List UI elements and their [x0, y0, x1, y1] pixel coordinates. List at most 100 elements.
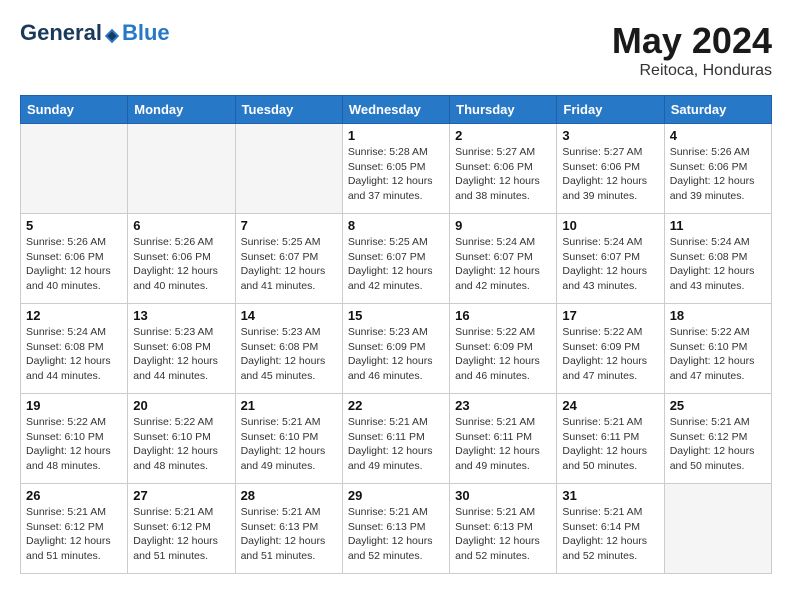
day-number: 8 — [348, 218, 444, 233]
calendar-cell: 5 Sunrise: 5:26 AMSunset: 6:06 PMDaylight… — [21, 214, 128, 304]
day-number: 17 — [562, 308, 658, 323]
day-number: 31 — [562, 488, 658, 503]
day-info: Sunrise: 5:24 AMSunset: 6:08 PMDaylight:… — [26, 325, 122, 384]
calendar-cell: 26 Sunrise: 5:21 AMSunset: 6:12 PMDayligh… — [21, 484, 128, 574]
calendar-cell — [21, 124, 128, 214]
calendar-cell: 25Sunrise: 5:21 AMSunset: 6:12 PMDayligh… — [664, 394, 771, 484]
calendar-cell: 31 Sunrise: 5:21 AMSunset: 6:14 PMDayligh… — [557, 484, 664, 574]
calendar-title: May 2024 — [612, 20, 772, 62]
day-info: Sunrise: 5:21 AMSunset: 6:12 PMDaylight:… — [133, 505, 229, 564]
calendar-cell: 1 Sunrise: 5:28 AMSunset: 6:05 PMDaylight… — [342, 124, 449, 214]
day-number: 18 — [670, 308, 766, 323]
day-number: 2 — [455, 128, 551, 143]
calendar-cell: 14 Sunrise: 5:23 AMSunset: 6:08 PMDayligh… — [235, 304, 342, 394]
day-number: 26 — [26, 488, 122, 503]
day-info: Sunrise: 5:22 AMSunset: 6:09 PMDaylight:… — [562, 325, 658, 384]
day-info: Sunrise: 5:25 AMSunset: 6:07 PMDaylight:… — [241, 235, 337, 294]
day-info: Sunrise: 5:22 AMSunset: 6:10 PMDaylight:… — [670, 325, 766, 384]
day-info: Sunrise: 5:28 AMSunset: 6:05 PMDaylight:… — [348, 145, 444, 204]
day-info: Sunrise: 5:22 AMSunset: 6:09 PMDaylight:… — [455, 325, 551, 384]
day-number: 15 — [348, 308, 444, 323]
logo-blue: Blue — [122, 20, 170, 46]
day-info: Sunrise: 5:23 AMSunset: 6:09 PMDaylight:… — [348, 325, 444, 384]
week-row-3: 12 Sunrise: 5:24 AMSunset: 6:08 PMDayligh… — [21, 304, 772, 394]
day-info: Sunrise: 5:26 AMSunset: 6:06 PMDaylight:… — [26, 235, 122, 294]
calendar-cell: 23 Sunrise: 5:21 AMSunset: 6:11 PMDayligh… — [450, 394, 557, 484]
day-number: 4 — [670, 128, 766, 143]
day-number: 12 — [26, 308, 122, 323]
calendar-cell — [664, 484, 771, 574]
calendar-cell: 3 Sunrise: 5:27 AMSunset: 6:06 PMDaylight… — [557, 124, 664, 214]
day-info: Sunrise: 5:24 AMSunset: 6:07 PMDaylight:… — [455, 235, 551, 294]
day-info: Sunrise: 5:23 AMSunset: 6:08 PMDaylight:… — [133, 325, 229, 384]
logo-general: General — [20, 20, 122, 46]
calendar-cell: 7 Sunrise: 5:25 AMSunset: 6:07 PMDaylight… — [235, 214, 342, 304]
day-number: 23 — [455, 398, 551, 413]
calendar-cell: 2 Sunrise: 5:27 AMSunset: 6:06 PMDaylight… — [450, 124, 557, 214]
day-number: 16 — [455, 308, 551, 323]
column-header-sunday: Sunday — [21, 96, 128, 124]
calendar-cell: 20Sunrise: 5:22 AMSunset: 6:10 PMDayligh… — [128, 394, 235, 484]
day-info: Sunrise: 5:21 AMSunset: 6:11 PMDaylight:… — [348, 415, 444, 474]
day-number: 11 — [670, 218, 766, 233]
calendar-cell — [235, 124, 342, 214]
day-info: Sunrise: 5:24 AMSunset: 6:08 PMDaylight:… — [670, 235, 766, 294]
day-info: Sunrise: 5:21 AMSunset: 6:14 PMDaylight:… — [562, 505, 658, 564]
calendar-cell: 6Sunrise: 5:26 AMSunset: 6:06 PMDaylight… — [128, 214, 235, 304]
day-number: 27 — [133, 488, 229, 503]
day-info: Sunrise: 5:26 AMSunset: 6:06 PMDaylight:… — [670, 145, 766, 204]
day-info: Sunrise: 5:25 AMSunset: 6:07 PMDaylight:… — [348, 235, 444, 294]
column-header-tuesday: Tuesday — [235, 96, 342, 124]
column-header-saturday: Saturday — [664, 96, 771, 124]
day-number: 7 — [241, 218, 337, 233]
page-header: General Blue May 2024 Reitoca, Honduras — [20, 20, 772, 80]
calendar-cell: 24Sunrise: 5:21 AMSunset: 6:11 PMDayligh… — [557, 394, 664, 484]
day-number: 5 — [26, 218, 122, 233]
day-info: Sunrise: 5:21 AMSunset: 6:13 PMDaylight:… — [348, 505, 444, 564]
day-number: 6 — [133, 218, 229, 233]
calendar-cell: 28Sunrise: 5:21 AMSunset: 6:13 PMDayligh… — [235, 484, 342, 574]
day-info: Sunrise: 5:23 AMSunset: 6:08 PMDaylight:… — [241, 325, 337, 384]
day-info: Sunrise: 5:27 AMSunset: 6:06 PMDaylight:… — [455, 145, 551, 204]
day-info: Sunrise: 5:21 AMSunset: 6:11 PMDaylight:… — [455, 415, 551, 474]
day-info: Sunrise: 5:21 AMSunset: 6:10 PMDaylight:… — [241, 415, 337, 474]
day-number: 14 — [241, 308, 337, 323]
calendar-cell: 4 Sunrise: 5:26 AMSunset: 6:06 PMDaylight… — [664, 124, 771, 214]
calendar-cell: 30Sunrise: 5:21 AMSunset: 6:13 PMDayligh… — [450, 484, 557, 574]
calendar-cell: 10 Sunrise: 5:24 AMSunset: 6:07 PMDayligh… — [557, 214, 664, 304]
day-number: 1 — [348, 128, 444, 143]
day-info: Sunrise: 5:24 AMSunset: 6:07 PMDaylight:… — [562, 235, 658, 294]
day-number: 9 — [455, 218, 551, 233]
week-row-4: 19Sunrise: 5:22 AMSunset: 6:10 PMDayligh… — [21, 394, 772, 484]
calendar-cell: 8 Sunrise: 5:25 AMSunset: 6:07 PMDaylight… — [342, 214, 449, 304]
day-info: Sunrise: 5:21 AMSunset: 6:12 PMDaylight:… — [26, 505, 122, 564]
week-row-5: 26 Sunrise: 5:21 AMSunset: 6:12 PMDayligh… — [21, 484, 772, 574]
column-header-monday: Monday — [128, 96, 235, 124]
day-number: 21 — [241, 398, 337, 413]
day-info: Sunrise: 5:22 AMSunset: 6:10 PMDaylight:… — [26, 415, 122, 474]
title-block: May 2024 Reitoca, Honduras — [612, 20, 772, 80]
day-info: Sunrise: 5:21 AMSunset: 6:11 PMDaylight:… — [562, 415, 658, 474]
calendar-cell: 9 Sunrise: 5:24 AMSunset: 6:07 PMDaylight… — [450, 214, 557, 304]
calendar-cell: 27 Sunrise: 5:21 AMSunset: 6:12 PMDayligh… — [128, 484, 235, 574]
calendar-cell: 13 Sunrise: 5:23 AMSunset: 6:08 PMDayligh… — [128, 304, 235, 394]
day-number: 10 — [562, 218, 658, 233]
day-info: Sunrise: 5:21 AMSunset: 6:12 PMDaylight:… — [670, 415, 766, 474]
calendar-cell: 12 Sunrise: 5:24 AMSunset: 6:08 PMDayligh… — [21, 304, 128, 394]
day-info: Sunrise: 5:27 AMSunset: 6:06 PMDaylight:… — [562, 145, 658, 204]
column-header-wednesday: Wednesday — [342, 96, 449, 124]
calendar-table: SundayMondayTuesdayWednesdayThursdayFrid… — [20, 95, 772, 574]
day-number: 3 — [562, 128, 658, 143]
week-row-2: 5 Sunrise: 5:26 AMSunset: 6:06 PMDaylight… — [21, 214, 772, 304]
calendar-cell: 16 Sunrise: 5:22 AMSunset: 6:09 PMDayligh… — [450, 304, 557, 394]
calendar-cell — [128, 124, 235, 214]
day-number: 13 — [133, 308, 229, 323]
column-header-thursday: Thursday — [450, 96, 557, 124]
calendar-cell: 11 Sunrise: 5:24 AMSunset: 6:08 PMDayligh… — [664, 214, 771, 304]
day-number: 29 — [348, 488, 444, 503]
day-number: 28 — [241, 488, 337, 503]
calendar-header-row: SundayMondayTuesdayWednesdayThursdayFrid… — [21, 96, 772, 124]
day-info: Sunrise: 5:22 AMSunset: 6:10 PMDaylight:… — [133, 415, 229, 474]
calendar-cell: 19Sunrise: 5:22 AMSunset: 6:10 PMDayligh… — [21, 394, 128, 484]
calendar-cell: 17 Sunrise: 5:22 AMSunset: 6:09 PMDayligh… — [557, 304, 664, 394]
